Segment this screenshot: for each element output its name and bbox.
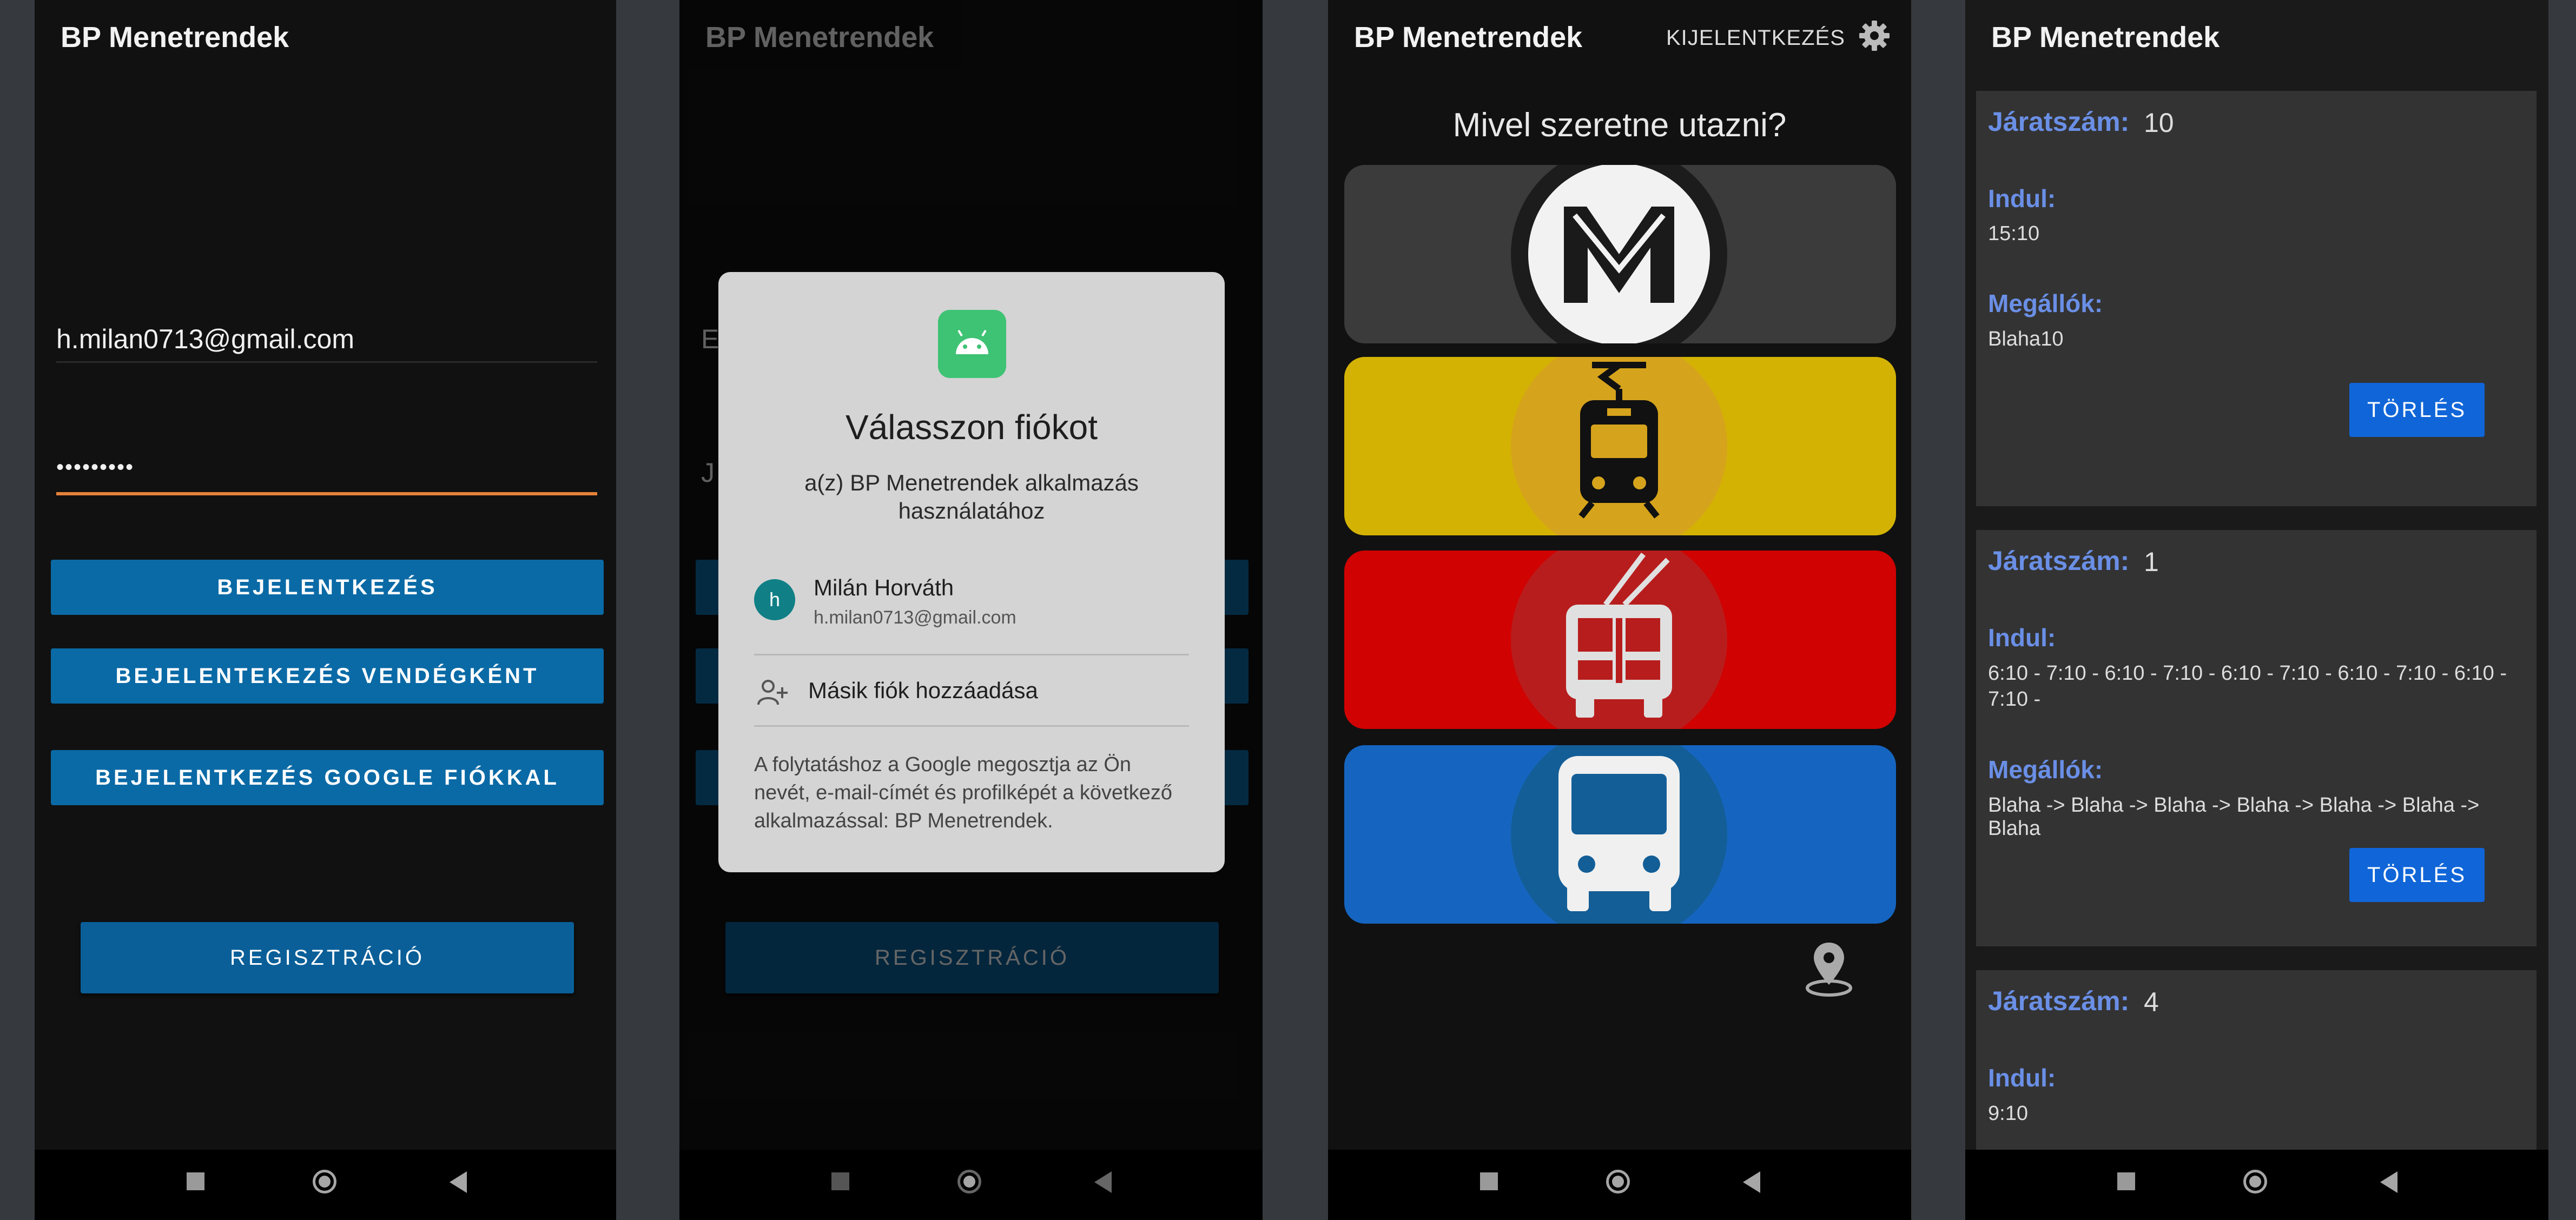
account-name: Milán Horváth	[814, 575, 954, 600]
transport-screen: BP Menetrendek KIJELENTKEZÉS Mivel szere…	[1328, 0, 1911, 1220]
account-row[interactable]: h Milán Horváth h.milan0713@gmail.com	[718, 564, 1225, 645]
app-bar: BP Menetrendek	[35, 0, 616, 76]
register-button[interactable]: REGISZTRÁCIÓ	[81, 922, 574, 993]
recents-icon[interactable]	[1480, 1172, 1498, 1190]
departs-value: 9:10	[1988, 1102, 2028, 1125]
departs-label: Indul:	[1988, 184, 2056, 213]
trolleybus-icon	[1511, 551, 1727, 729]
home-icon[interactable]	[313, 1170, 336, 1194]
bus-option[interactable]	[1344, 745, 1896, 924]
email-field[interactable]: h.milan0713@gmail.com	[56, 323, 354, 355]
metro-icon	[1511, 165, 1727, 343]
metro-option[interactable]	[1344, 165, 1896, 343]
recents-icon[interactable]	[2117, 1172, 2135, 1190]
back-icon[interactable]	[1743, 1171, 1760, 1193]
app-title: BP Menetrendek	[1354, 21, 1583, 54]
settings-icon[interactable]	[1858, 19, 1891, 55]
app-title: BP Menetrendek	[1991, 21, 2220, 54]
home-icon[interactable]	[957, 1170, 981, 1194]
add-person-icon	[756, 678, 789, 711]
recents-icon[interactable]	[831, 1172, 849, 1190]
dialog-title: Válasszon fiókot	[845, 408, 1098, 447]
tram-option[interactable]	[1344, 357, 1896, 535]
route-number-label: Járatszám:	[1988, 546, 2130, 576]
departs-label: Indul:	[1988, 1064, 2056, 1092]
avatar: h	[754, 579, 795, 620]
app-title: BP Menetrendek	[61, 21, 289, 54]
app-bar: BP Menetrendek	[1965, 0, 2548, 76]
account-dialog: Válasszon fiókot a(z) BP Menetrendek alk…	[718, 272, 1225, 872]
disclaimer-1: A folytatáshoz a Google megosztja az Ön	[754, 753, 1132, 776]
google-login-button[interactable]: BEJELENTKEZÉS GOOGLE FIÓKKAL	[51, 750, 604, 805]
delete-button[interactable]: TÖRLÉS	[2349, 383, 2485, 437]
email-underline	[56, 361, 597, 363]
route-number: 10	[2144, 108, 2174, 138]
disclaimer-2: nevét, e-mail-címét és profilképét a köv…	[754, 781, 1173, 804]
departs-label: Indul:	[1988, 624, 2056, 652]
delete-button[interactable]: TÖRLÉS	[2349, 848, 2485, 902]
add-account-label: Másik fiók hozzáadása	[808, 678, 1038, 703]
dialog-subtitle-2: használatához	[898, 498, 1045, 523]
recents-icon[interactable]	[187, 1172, 204, 1190]
disclaimer-3: alkalmazással: BP Menetrendek.	[754, 810, 1053, 832]
trolleybus-option[interactable]	[1344, 551, 1896, 729]
account-chooser-screen: BP Menetrendek E J REGISZTRÁCIÓ Válasszo…	[679, 0, 1263, 1220]
system-nav-bar	[679, 1150, 1263, 1220]
add-account-row[interactable]: Másik fiók hozzáadása	[718, 661, 1225, 726]
back-icon[interactable]	[2380, 1171, 2397, 1193]
route-number: 4	[2144, 987, 2159, 1017]
departs-value-line2: 7:10 -	[1988, 688, 2041, 711]
back-icon[interactable]	[450, 1171, 467, 1193]
route-card: Járatszám: 1 Indul: 6:10 - 7:10 - 6:10 -…	[1976, 530, 2537, 946]
departs-value-line1: 6:10 - 7:10 - 6:10 - 7:10 - 6:10 - 7:10 …	[1988, 662, 2507, 685]
account-email: h.milan0713@gmail.com	[814, 607, 1016, 628]
stops-value: Blaha -> Blaha -> Blaha -> Blaha -> Blah…	[1988, 794, 2480, 840]
login-button[interactable]: BEJELENTKEZÉS	[51, 560, 604, 615]
app-bar: BP Menetrendek KIJELENTKEZÉS	[1328, 0, 1911, 76]
password-underline	[56, 492, 597, 495]
divider	[754, 654, 1189, 655]
stops-label: Megállók:	[1988, 289, 2103, 317]
login-screen: BP Menetrendek h.milan0713@gmail.com •••…	[35, 0, 616, 1220]
system-nav-bar	[35, 1150, 616, 1220]
dialog-subtitle-1: a(z) BP Menetrendek alkalmazás	[804, 470, 1139, 495]
home-icon[interactable]	[2243, 1170, 2267, 1194]
location-pin-icon[interactable]	[1803, 938, 1855, 1000]
back-icon[interactable]	[1094, 1171, 1112, 1193]
system-nav-bar	[1328, 1150, 1911, 1220]
routes-screen: BP Menetrendek Járatszám: 10 Indul: 15:1…	[1965, 0, 2548, 1220]
tram-icon	[1511, 357, 1727, 535]
question-heading: Mivel szeretne utazni?	[1452, 107, 1787, 144]
android-app-icon	[938, 310, 1006, 378]
system-nav-bar	[1965, 1150, 2548, 1220]
departs-value: 15:10	[1988, 222, 2040, 245]
logout-button[interactable]: KIJELENTKEZÉS	[1666, 26, 1845, 50]
route-number-label: Járatszám:	[1988, 107, 2130, 137]
password-field[interactable]: •••••••••	[56, 455, 134, 480]
stops-label: Megállók:	[1988, 755, 2103, 784]
bus-icon	[1511, 745, 1727, 924]
guest-login-button[interactable]: BEJELENTEKEZÉS VENDÉGKÉNT	[51, 648, 604, 704]
route-card: Járatszám: 10 Indul: 15:10 Megállók: Bla…	[1976, 91, 2537, 506]
stops-value: Blaha10	[1988, 328, 2064, 350]
home-icon[interactable]	[1606, 1170, 1630, 1194]
route-number-label: Járatszám:	[1988, 986, 2130, 1016]
route-number: 1	[2144, 547, 2159, 577]
divider	[754, 725, 1189, 727]
